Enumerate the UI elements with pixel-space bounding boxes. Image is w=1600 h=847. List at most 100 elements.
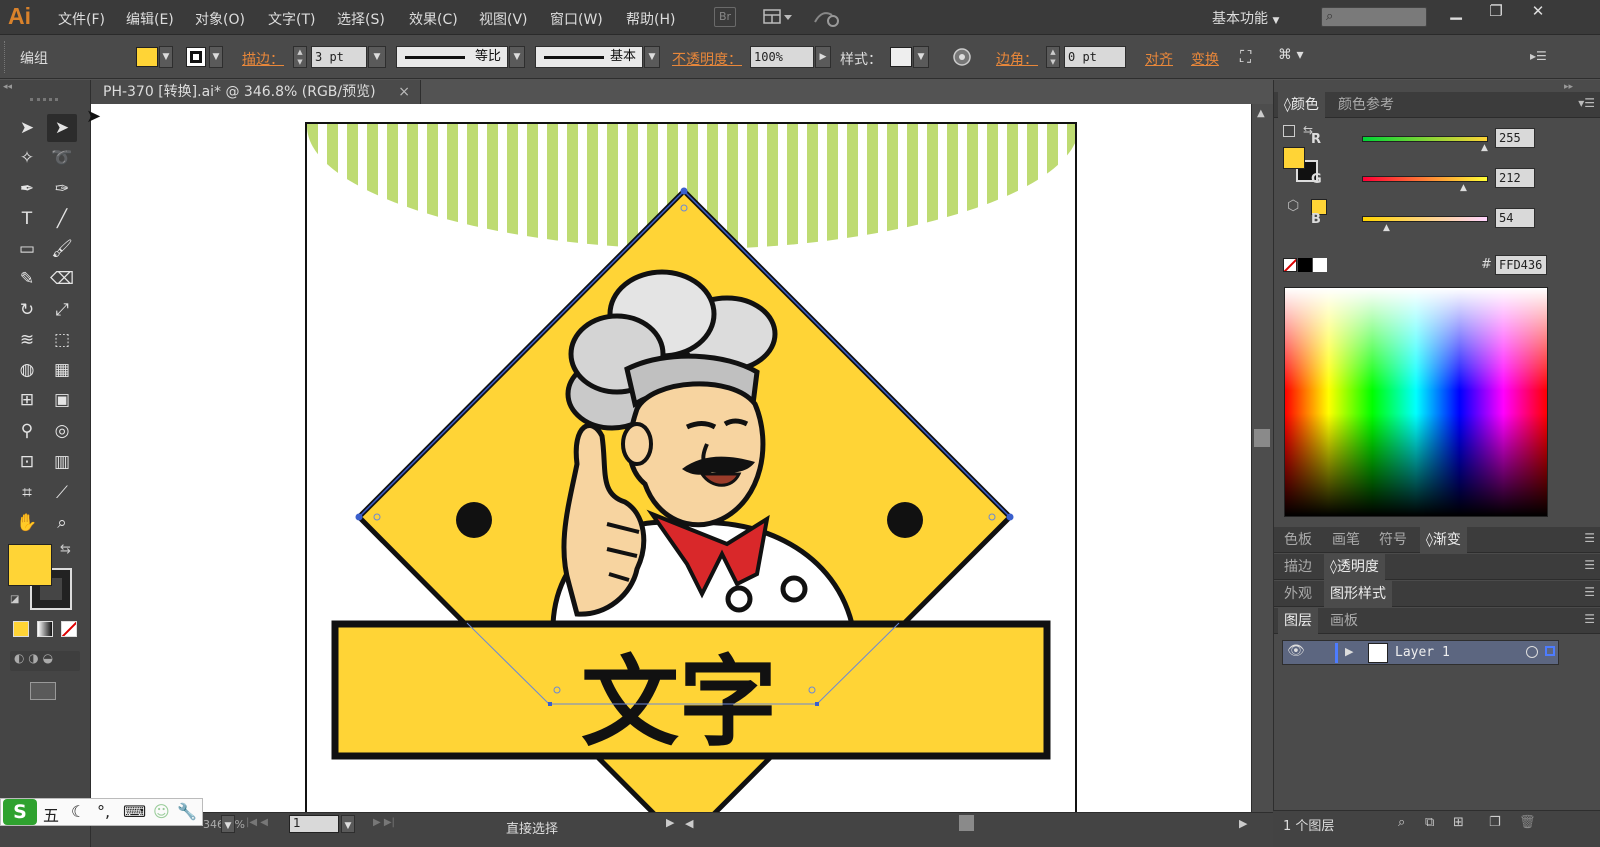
stroke-weight-dropdown[interactable]: ▼ [368, 46, 386, 68]
perspective-grid-tool-icon[interactable]: ▦ [47, 356, 77, 384]
stroke-dropdown[interactable]: ▼ [209, 46, 223, 68]
artboard-tool-icon[interactable]: ⌗ [12, 479, 42, 507]
opacity-field[interactable]: 100% [750, 46, 814, 68]
search-input[interactable]: ⌕ [1321, 7, 1427, 27]
panel-menu-icon[interactable]: ▾☰ [1578, 96, 1595, 110]
lasso-tool-icon[interactable]: ➰ [47, 144, 77, 172]
magic-wand-tool-icon[interactable]: ✧ [12, 144, 42, 172]
stroke-weight-field[interactable]: 3 pt [311, 46, 367, 68]
r-slider-thumb[interactable]: ▲ [1481, 143, 1488, 153]
align-panel-link[interactable]: 对齐 [1145, 49, 1173, 69]
isolate-group-icon[interactable]: ⛶ [1240, 47, 1262, 67]
menu-view[interactable]: 视图(V) [479, 9, 528, 29]
brush-dropdown[interactable]: ▼ [644, 46, 660, 68]
shape-mode-icon[interactable]: ⌘ ▾ [1278, 47, 1318, 67]
menu-select[interactable]: 选择(S) [337, 9, 385, 29]
sync-settings-icon[interactable] [812, 7, 842, 27]
layer-row[interactable]: 👁 ▶ Layer 1 [1282, 640, 1559, 665]
panel-menu-icon[interactable]: ☰ [1584, 531, 1595, 545]
fill-dropdown[interactable]: ▼ [159, 46, 173, 68]
none-color-icon[interactable] [1283, 258, 1297, 272]
style-dropdown[interactable]: ▼ [913, 46, 929, 68]
brush-definition[interactable]: 基本 [535, 46, 643, 68]
artboard[interactable]: 文字 [305, 122, 1077, 812]
menu-object[interactable]: 对象(O) [195, 9, 245, 29]
rotate-tool-icon[interactable]: ↻ [12, 296, 42, 324]
eraser-tool-icon[interactable]: ⌫ [47, 265, 77, 293]
slice-tool-icon[interactable]: ⟋ [47, 479, 77, 507]
black-swatch[interactable] [1298, 258, 1312, 272]
rectangle-tool-icon[interactable]: ▭ [12, 235, 42, 263]
trash-icon[interactable]: 🗑 [1519, 815, 1536, 830]
gradient-tool-icon[interactable]: ▣ [47, 386, 77, 414]
out-of-gamut-icon[interactable]: ⬡ [1287, 198, 1299, 214]
menu-file[interactable]: 文件(F) [58, 9, 105, 29]
pen-tool-icon[interactable]: ✒ [12, 175, 42, 203]
collapse-dock-icon[interactable]: ▸▸ [1564, 82, 1573, 92]
profile-dropdown[interactable]: ▼ [509, 46, 525, 68]
recolor-artwork-icon[interactable] [952, 47, 972, 67]
tools-grip[interactable] [30, 98, 58, 102]
control-bar-menu-icon[interactable]: ▸☰ [1530, 49, 1547, 63]
clipping-mask-icon[interactable]: ⧉ [1425, 815, 1434, 830]
zoom-dropdown[interactable]: ▼ [221, 815, 235, 833]
tab-layers[interactable]: 图层 [1278, 608, 1318, 634]
layer-name[interactable]: Layer 1 [1395, 645, 1450, 660]
scroll-right-icon[interactable]: ▶ [1239, 817, 1247, 830]
g-slider[interactable] [1362, 176, 1488, 182]
g-slider-thumb[interactable]: ▲ [1460, 183, 1467, 193]
line-tool-icon[interactable]: ╱ [47, 205, 77, 233]
keyboard-icon[interactable]: ⌨ [123, 802, 146, 821]
fill-stroke-mini-icon[interactable] [1283, 125, 1295, 137]
moon-icon[interactable]: ☾ [71, 802, 85, 821]
tab-graphic-styles[interactable]: 图形样式 [1324, 581, 1392, 607]
screen-mode-icon[interactable] [30, 682, 56, 700]
menu-effect[interactable]: 效果(C) [409, 9, 458, 29]
corner-stepper[interactable]: ▲ ▼ [1046, 46, 1060, 68]
color-spectrum[interactable] [1284, 287, 1548, 517]
b-value-field[interactable]: 54 [1495, 208, 1535, 228]
punctuation-icon[interactable]: °, [97, 802, 110, 821]
canvas[interactable]: 文字 [91, 104, 1251, 812]
opacity-slider-button[interactable]: ▶ [815, 46, 831, 68]
workspace-switcher[interactable]: 基本功能 ▼ [1212, 8, 1279, 28]
minimize-icon[interactable]: ▁ [1436, 0, 1476, 22]
collapse-panel-icon[interactable]: ◂◂ [3, 82, 12, 92]
default-colors-icon[interactable]: ◪ [10, 594, 19, 605]
fill-color-box[interactable] [8, 544, 52, 586]
close-document-icon[interactable]: × [398, 80, 410, 104]
color-mode-icon[interactable] [13, 621, 29, 637]
selection-square-icon[interactable] [1545, 646, 1555, 656]
status-menu-icon[interactable]: ▶ [666, 816, 674, 829]
shape-builder-tool-icon[interactable]: ◍ [12, 356, 42, 384]
variable-width-profile[interactable]: 等比 [396, 46, 508, 68]
curvature-tool-icon[interactable]: ✑ [47, 175, 77, 203]
scroll-up-icon[interactable]: ▲ [1257, 108, 1265, 119]
menu-help[interactable]: 帮助(H) [626, 9, 675, 29]
sogou-logo-icon[interactable]: S [3, 799, 37, 825]
r-slider[interactable] [1362, 136, 1488, 142]
horizontal-scroll-thumb[interactable] [959, 815, 974, 831]
user-icon[interactable]: ☺ [153, 802, 170, 821]
stroke-weight-stepper[interactable]: ▲ ▼ [293, 46, 307, 68]
zoom-tool-icon[interactable]: ⌕ [47, 509, 77, 537]
swap-colors-icon[interactable]: ⇆ [60, 542, 71, 557]
vertical-scrollbar[interactable]: ▲ [1251, 104, 1273, 812]
stroke-panel-link[interactable]: 描边： [242, 49, 284, 69]
tab-symbols[interactable]: 符号 [1373, 527, 1413, 553]
eyedropper-tool-icon[interactable]: ⚲ [12, 417, 42, 445]
hand-tool-icon[interactable]: ✋ [12, 509, 42, 537]
graphic-style-swatch[interactable] [890, 47, 912, 67]
visibility-eye-icon[interactable]: 👁 [1287, 643, 1305, 659]
b-slider-thumb[interactable]: ▲ [1383, 223, 1390, 233]
hex-value-field[interactable]: FFD436 [1495, 255, 1547, 275]
artboard-number-field[interactable]: 1 [289, 815, 339, 833]
panel-menu-icon[interactable]: ☰ [1584, 585, 1595, 599]
tab-brushes[interactable]: 画笔 [1326, 527, 1366, 553]
vertical-scroll-thumb[interactable] [1254, 429, 1270, 447]
tab-color-guide[interactable]: 颜色参考 [1332, 92, 1400, 118]
type-tool-icon[interactable]: T [12, 205, 42, 233]
close-window-icon[interactable]: ✕ [1516, 0, 1560, 22]
status-tool-name[interactable]: 直接选择 [506, 818, 558, 837]
tab-color[interactable]: ◊颜色 [1278, 92, 1325, 118]
